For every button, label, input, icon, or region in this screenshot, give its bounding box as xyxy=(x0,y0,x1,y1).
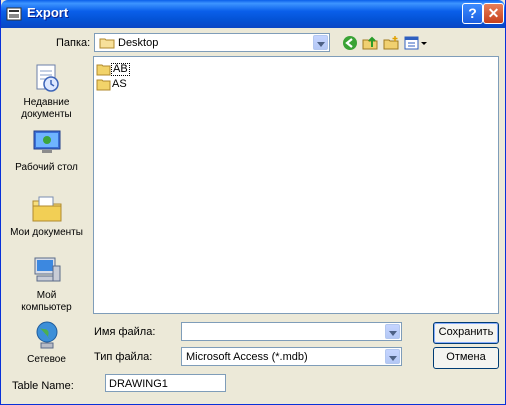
my-documents-icon xyxy=(32,196,61,222)
place-label: Сетевое xyxy=(27,354,66,365)
close-button[interactable]: ✕ xyxy=(483,3,504,24)
filetype-value: Microsoft Access (*.mdb) xyxy=(186,351,308,363)
table-name-value: DRAWING1 xyxy=(109,378,168,390)
folder-icon xyxy=(99,38,115,49)
place-label: Недавние документы xyxy=(21,97,72,120)
title-bar[interactable]: Export ? ✕ xyxy=(1,0,505,28)
recent-docs-icon xyxy=(36,64,59,92)
file-name: AB xyxy=(111,63,130,76)
places-bar: Недавние документы Рабочий стол Мои доку… xyxy=(8,57,85,367)
desktop-icon xyxy=(33,130,60,153)
lookin-label: Папка: xyxy=(56,37,91,49)
place-label: Мой компьютер xyxy=(21,290,72,313)
my-computer-icon xyxy=(34,257,60,282)
up-folder-icon[interactable] xyxy=(362,35,378,51)
place-label: Рабочий стол xyxy=(15,162,78,173)
folder-icon xyxy=(96,79,111,91)
app-icon xyxy=(6,7,22,21)
folder-icon xyxy=(96,64,111,76)
place-label: Мои документы xyxy=(10,227,83,238)
place-desktop[interactable]: Рабочий стол xyxy=(8,127,85,174)
new-folder-icon[interactable] xyxy=(383,35,399,51)
export-dialog: Export ? ✕ Папка: Desktop Недавние докум… xyxy=(0,0,506,405)
filetype-label: Тип файла: xyxy=(94,351,153,363)
cancel-button[interactable]: Отмена xyxy=(433,347,499,369)
filename-input[interactable] xyxy=(181,322,402,341)
network-icon xyxy=(36,321,57,349)
filetype-select[interactable]: Microsoft Access (*.mdb) xyxy=(181,347,402,366)
table-name-input[interactable]: DRAWING1 xyxy=(105,374,226,392)
filetype-dropdown-button[interactable] xyxy=(385,349,400,364)
filename-label: Имя файла: xyxy=(94,326,156,338)
place-network[interactable]: Сетевое xyxy=(8,319,85,366)
list-item[interactable]: AB xyxy=(96,63,130,77)
list-item[interactable]: AS xyxy=(96,78,128,92)
lookin-dropdown-button[interactable] xyxy=(313,35,328,50)
place-recent[interactable]: Недавние документы xyxy=(8,62,85,121)
back-icon[interactable] xyxy=(342,35,358,51)
help-button[interactable]: ? xyxy=(462,3,483,24)
save-button[interactable]: Сохранить xyxy=(433,322,499,344)
view-menu-icon[interactable] xyxy=(404,35,428,51)
place-my-computer[interactable]: Мой компьютер xyxy=(8,255,85,314)
table-name-label: Table Name: xyxy=(12,380,74,392)
filename-dropdown-button[interactable] xyxy=(385,324,400,339)
lookin-value: Desktop xyxy=(118,37,159,49)
file-name: AS xyxy=(112,78,127,90)
place-my-documents[interactable]: Мои документы xyxy=(8,192,85,239)
file-list[interactable]: AB AS xyxy=(93,56,499,314)
lookin-combo[interactable]: Desktop xyxy=(94,33,330,52)
window-title: Export xyxy=(27,5,69,20)
